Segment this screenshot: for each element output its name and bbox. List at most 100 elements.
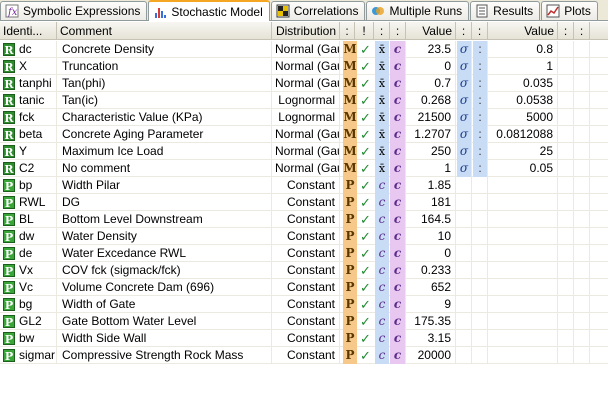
distribution-cell[interactable]: Normal (Gauss) xyxy=(272,143,340,160)
c-icon[interactable]: c xyxy=(375,330,389,347)
mode-cell[interactable]: P xyxy=(343,228,357,245)
distribution-cell[interactable]: Constant xyxy=(272,177,340,194)
identifier-cell[interactable]: GL2 xyxy=(16,313,57,330)
identifier-cell[interactable]: de xyxy=(16,245,57,262)
table-row[interactable]: RbetaConcrete Aging ParameterNormal (Gau… xyxy=(0,126,608,143)
c-icon[interactable]: c xyxy=(375,347,389,364)
comment-cell[interactable]: Maximum Ice Load xyxy=(57,143,272,160)
header-colon-7[interactable]: : xyxy=(574,22,590,40)
value-cell[interactable]: 0.233 xyxy=(406,262,456,279)
table-row[interactable]: RC2No commentNormal (Gauss)M✓x̄c1σ:0.05 xyxy=(0,160,608,177)
check-icon[interactable]: ✓ xyxy=(357,194,374,211)
mode-cell[interactable]: P xyxy=(343,211,357,228)
value-2-cell[interactable]: 0.0538 xyxy=(488,92,558,109)
value-2-cell[interactable]: 0.0812088 xyxy=(488,126,558,143)
tab-symbolic-expressions[interactable]: fx Symbolic Expressions xyxy=(0,1,148,20)
value-cell[interactable]: 10 xyxy=(406,228,456,245)
check-icon[interactable]: ✓ xyxy=(357,347,374,364)
identifier-cell[interactable]: bg xyxy=(16,296,57,313)
table-row[interactable]: Psigmar Compressive Strength Rock Mass Con… xyxy=(0,347,608,364)
c-icon[interactable]: c xyxy=(390,347,405,364)
identifier-cell[interactable]: beta xyxy=(16,126,57,143)
distribution-cell[interactable]: Normal (Gauss) xyxy=(272,41,340,58)
header-value-2[interactable]: Value xyxy=(488,22,558,40)
identifier-cell[interactable]: tanic xyxy=(16,92,57,109)
check-icon[interactable]: ✓ xyxy=(357,228,374,245)
c-icon[interactable]: c xyxy=(390,211,405,228)
c-icon[interactable]: c xyxy=(390,245,405,262)
value-2-cell[interactable]: 25 xyxy=(488,143,558,160)
c-icon[interactable]: c xyxy=(375,194,389,211)
check-icon[interactable]: ✓ xyxy=(357,279,374,296)
sigma-icon[interactable]: σ xyxy=(457,58,471,75)
table-row[interactable]: Pbp Width Pilar Constant P ✓ c c 1.85 xyxy=(0,177,608,194)
check-icon[interactable]: ✓ xyxy=(357,177,374,194)
identifier-cell[interactable]: Vx xyxy=(16,262,57,279)
mean-icon[interactable]: x̄ xyxy=(375,41,389,58)
tab-results[interactable]: Results xyxy=(470,1,541,20)
identifier-cell[interactable]: tanphi xyxy=(16,75,57,92)
mode-cell[interactable]: M xyxy=(343,143,357,160)
c-icon[interactable]: c xyxy=(390,330,405,347)
mode-cell[interactable]: P xyxy=(343,296,357,313)
c-icon[interactable]: c xyxy=(375,313,389,330)
c-icon[interactable]: c xyxy=(390,75,405,92)
header-colon-4[interactable]: : xyxy=(456,22,472,40)
c-icon[interactable]: c xyxy=(390,177,405,194)
mode-cell[interactable]: P xyxy=(343,245,357,262)
header-comment[interactable]: Comment xyxy=(57,22,272,40)
comment-cell[interactable]: Characteristic Value (KPa) xyxy=(57,109,272,126)
value-cell[interactable]: 175.35 xyxy=(406,313,456,330)
value-cell[interactable]: 9 xyxy=(406,296,456,313)
check-icon[interactable]: ✓ xyxy=(357,143,374,160)
value-2-cell[interactable]: 0.05 xyxy=(488,160,558,177)
header-colon-1[interactable]: : xyxy=(340,22,355,40)
value-cell[interactable]: 164.5 xyxy=(406,211,456,228)
comment-cell[interactable]: Compressive Strength Rock Mass xyxy=(57,347,272,364)
check-icon[interactable]: ✓ xyxy=(357,211,374,228)
table-row[interactable]: Rtanic Tan(ic) Lognormal M ✓ x̄ c 0.268 σ:0.0538 xyxy=(0,92,608,109)
c-icon[interactable]: c xyxy=(375,296,389,313)
identifier-cell[interactable]: dw xyxy=(16,228,57,245)
comment-cell[interactable]: DG xyxy=(57,194,272,211)
mode-cell[interactable]: M xyxy=(343,75,357,92)
mean-icon[interactable]: x̄ xyxy=(375,75,389,92)
table-row[interactable]: RXTruncationNormal (Gauss)M✓x̄c0σ:1 xyxy=(0,58,608,75)
identifier-cell[interactable]: X xyxy=(16,58,57,75)
check-icon[interactable]: ✓ xyxy=(357,262,374,279)
header-colon-3[interactable]: : xyxy=(390,22,406,40)
mean-icon[interactable]: x̄ xyxy=(375,92,389,109)
c-icon[interactable]: c xyxy=(390,143,405,160)
value-2-cell[interactable]: 5000 xyxy=(488,109,558,126)
mode-cell[interactable]: M xyxy=(343,41,357,58)
mode-cell[interactable]: P xyxy=(343,313,357,330)
comment-cell[interactable]: Truncation xyxy=(57,58,272,75)
value-cell[interactable]: 652 xyxy=(406,279,456,296)
value-cell[interactable]: 0.7 xyxy=(406,75,456,92)
value-cell[interactable]: 1 xyxy=(406,160,456,177)
c-icon[interactable]: c xyxy=(390,126,405,143)
comment-cell[interactable]: Volume Concrete Dam (696) xyxy=(57,279,272,296)
tab-stochastic-model[interactable]: Stochastic Model xyxy=(148,0,270,21)
comment-cell[interactable]: Tan(phi) xyxy=(57,75,272,92)
identifier-cell[interactable]: C2 xyxy=(16,160,57,177)
value-cell[interactable]: 0.268 xyxy=(406,92,456,109)
comment-cell[interactable]: Gate Bottom Water Level xyxy=(57,313,272,330)
value-cell[interactable]: 181 xyxy=(406,194,456,211)
check-icon[interactable]: ✓ xyxy=(357,126,374,143)
mode-cell[interactable]: M xyxy=(343,58,357,75)
tab-correlations[interactable]: Correlations xyxy=(270,1,366,20)
value-cell[interactable]: 1.2707 xyxy=(406,126,456,143)
c-icon[interactable]: c xyxy=(375,245,389,262)
identifier-cell[interactable]: fck xyxy=(16,109,57,126)
value-cell[interactable]: 3.15 xyxy=(406,330,456,347)
sigma-icon[interactable]: σ xyxy=(457,92,471,109)
distribution-cell[interactable]: Normal (Gauss) xyxy=(272,126,340,143)
header-colon-2[interactable]: : xyxy=(374,22,390,40)
check-icon[interactable]: ✓ xyxy=(357,160,374,177)
comment-cell[interactable]: Tan(ic) xyxy=(57,92,272,109)
distribution-cell[interactable]: Constant xyxy=(272,347,340,364)
check-icon[interactable]: ✓ xyxy=(357,245,374,262)
value-2-cell[interactable]: 0.035 xyxy=(488,75,558,92)
distribution-cell[interactable]: Constant xyxy=(272,211,340,228)
